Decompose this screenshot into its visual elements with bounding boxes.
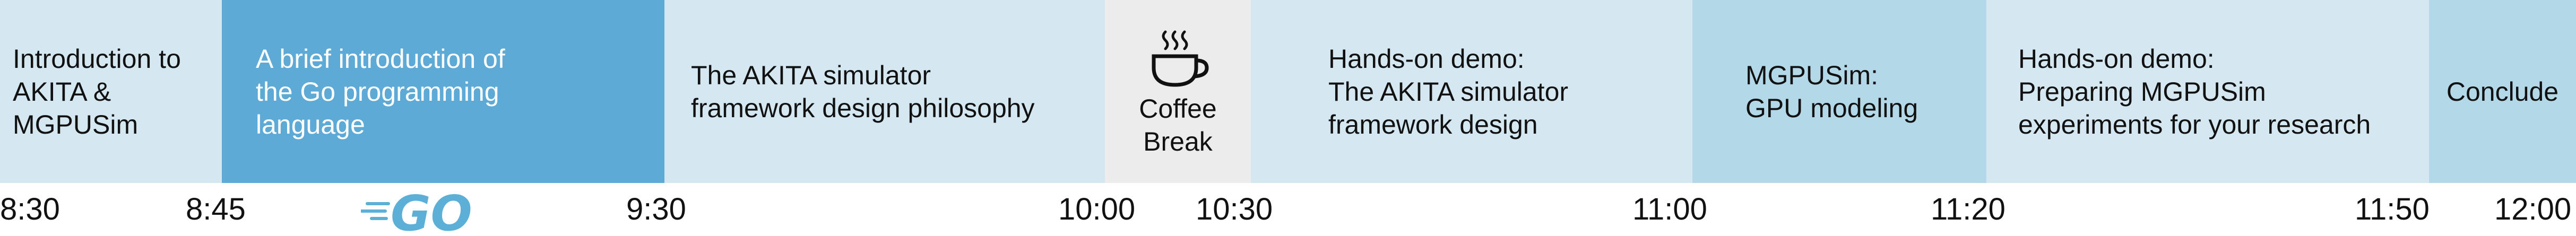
coffee-cup-icon bbox=[1152, 30, 1209, 87]
time-label: 10:30 bbox=[1196, 192, 1273, 226]
time-label: 9:30 bbox=[626, 192, 686, 226]
segment-label: Coffee Break bbox=[1139, 93, 1217, 156]
time-label: 11:50 bbox=[2355, 192, 2430, 226]
segment-label: Introduction to AKITA & MGPUSim bbox=[13, 43, 181, 139]
segment-label: Hands-on demo: Preparing MGPUSim experim… bbox=[2018, 43, 2371, 139]
schedule-band: Introduction to AKITA & MGPUSim A brief … bbox=[0, 0, 2576, 183]
segment-akita-philosophy: The AKITA simulator framework design phi… bbox=[664, 0, 1105, 183]
time-label: 12:00 bbox=[2494, 192, 2572, 226]
time-label: 8:45 bbox=[186, 192, 246, 226]
segment-mgpusim-demo: Hands-on demo: Preparing MGPUSim experim… bbox=[1986, 0, 2429, 183]
segment-conclude: Conclude bbox=[2429, 0, 2576, 183]
time-label: 8:30 bbox=[0, 192, 60, 226]
time-label: 11:20 bbox=[1931, 192, 2006, 226]
time-label: 10:00 bbox=[1058, 192, 1136, 226]
time-label: 11:00 bbox=[1632, 192, 1707, 226]
segment-akita-demo: Hands-on demo: The AKITA simulator frame… bbox=[1251, 0, 1692, 183]
segment-label: The AKITA simulator framework design phi… bbox=[691, 60, 1035, 123]
segment-gpu-modeling: MGPUSim: GPU modeling bbox=[1692, 0, 1986, 183]
segment-go-intro: A brief introduction of the Go programmi… bbox=[222, 0, 844, 183]
segment-introduction: Introduction to AKITA & MGPUSim bbox=[0, 0, 222, 183]
segment-label: Hands-on demo: The AKITA simulator frame… bbox=[1328, 43, 1569, 139]
segment-label: A brief introduction of the Go programmi… bbox=[256, 43, 505, 139]
segment-label: MGPUSim: GPU modeling bbox=[1745, 60, 1918, 123]
segment-label: Conclude bbox=[2446, 76, 2559, 107]
go-logo-icon: GO bbox=[361, 189, 472, 235]
segment-coffee-break: Coffee Break bbox=[1105, 0, 1251, 183]
go-logo-text: GO bbox=[391, 189, 472, 235]
